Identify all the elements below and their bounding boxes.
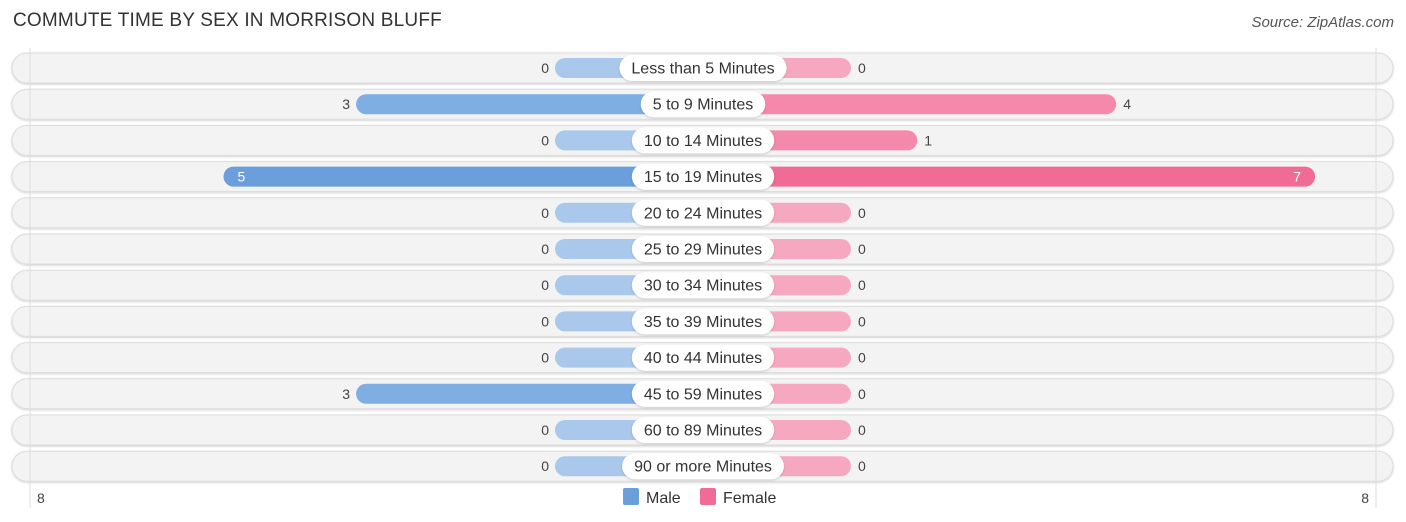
legend-male-label: Male xyxy=(646,490,681,507)
category-label: 10 to 14 Minutes xyxy=(644,133,762,150)
female-value-label: 0 xyxy=(858,422,866,438)
male-value-label: 5 xyxy=(238,169,246,185)
chart-area: 0 0 Less than 5 Minutes 3 4 5 to 9 Minutes 0 1 1… xyxy=(11,48,1394,508)
female-value-label: 4 xyxy=(1123,96,1131,112)
female-value-label: 0 xyxy=(858,350,866,366)
male-value-label: 0 xyxy=(541,350,549,366)
male-bar xyxy=(223,166,703,187)
category-label: 35 to 39 Minutes xyxy=(644,314,762,331)
female-bar xyxy=(703,166,1316,187)
female-value-label: 0 xyxy=(858,313,866,329)
category-label: 25 to 29 Minutes xyxy=(644,242,762,259)
category-label: 20 to 24 Minutes xyxy=(644,205,762,222)
male-value-label: 3 xyxy=(342,96,350,112)
male-value-label: 0 xyxy=(541,241,549,257)
category-label: 15 to 19 Minutes xyxy=(644,169,762,186)
male-value-label: 0 xyxy=(541,313,549,329)
female-value-label: 0 xyxy=(858,386,866,402)
male-value-label: 0 xyxy=(541,458,549,474)
category-label: 40 to 44 Minutes xyxy=(644,350,762,367)
category-label: Less than 5 Minutes xyxy=(631,61,774,78)
female-value-label: 0 xyxy=(858,60,866,76)
male-value-label: 0 xyxy=(541,422,549,438)
male-value-label: 0 xyxy=(541,60,549,76)
legend: Male Female xyxy=(623,488,776,507)
category-label: 45 to 59 Minutes xyxy=(644,386,762,403)
male-value-label: 0 xyxy=(541,132,549,148)
female-value-label: 1 xyxy=(924,132,932,148)
female-value-label: 7 xyxy=(1293,169,1301,185)
female-value-label: 0 xyxy=(858,205,866,221)
legend-male-swatch xyxy=(623,488,639,505)
male-value-label: 3 xyxy=(342,386,350,402)
male-value-label: 0 xyxy=(541,277,549,293)
female-value-label: 0 xyxy=(858,277,866,293)
category-label: 90 or more Minutes xyxy=(634,459,772,476)
legend-female-label: Female xyxy=(723,490,776,507)
axis-left-label: 8 xyxy=(37,490,45,506)
category-label: 30 to 34 Minutes xyxy=(644,278,762,295)
male-value-label: 0 xyxy=(541,205,549,221)
axis-right-label: 8 xyxy=(1361,490,1369,506)
category-label: 60 to 89 Minutes xyxy=(644,423,762,440)
category-label: 5 to 9 Minutes xyxy=(653,97,754,114)
female-value-label: 0 xyxy=(858,241,866,257)
legend-female-swatch xyxy=(700,488,716,505)
female-value-label: 0 xyxy=(858,458,866,474)
